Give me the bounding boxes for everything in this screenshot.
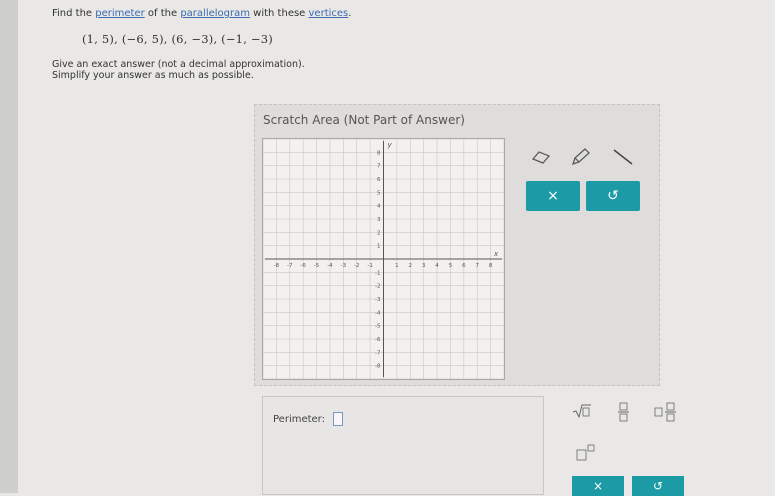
y-tick-labels: 8 7 6 5 4 3 2 1 -1 -2 -3 -4 -5 -6 -7 -8 <box>375 150 381 369</box>
left-edge-band <box>0 0 18 493</box>
graph-grid-svg[interactable]: -8 -7 -6 -5 -4 -3 -2 -1 1 2 3 4 5 6 7 8 8 7 6 5 4 3 2 1 -1 -2 -3 -… <box>263 139 504 379</box>
undo-graph-button[interactable]: ↺ <box>586 181 640 211</box>
coordinate-graph[interactable]: -8 -7 -6 -5 -4 -3 -2 -1 1 2 3 4 5 6 7 8 8 7 6 5 4 3 2 1 -1 -2 -3 -… <box>262 138 505 380</box>
scratch-area-title: Scratch Area (Not Part of Answer) <box>263 113 465 127</box>
y-tick-label: -4 <box>375 310 381 316</box>
exponent-button[interactable] <box>576 444 596 462</box>
x-tick-label: 2 <box>409 263 413 269</box>
perimeter-input[interactable] <box>333 412 343 426</box>
x-tick-label: 8 <box>489 263 493 269</box>
y-tick-label: -1 <box>375 270 380 276</box>
instruction-line-2: Simplify your answer as much as possible… <box>52 70 254 81</box>
y-tick-label: -5 <box>375 324 381 330</box>
x-tick-label: -5 <box>314 263 320 269</box>
vertices-link[interactable]: vertices <box>309 8 349 19</box>
x-axis-label: x <box>493 250 499 258</box>
answer-box: Perimeter: <box>262 396 544 495</box>
clear-graph-button[interactable]: × <box>526 181 580 211</box>
square-root-icon <box>572 404 591 419</box>
y-tick-label: 8 <box>377 150 381 156</box>
question-middle2: with these <box>249 8 309 19</box>
question-text: Find the perimeter of the parallelogram … <box>52 8 351 20</box>
sqrt-button[interactable] <box>572 403 592 419</box>
x-tick-label: 1 <box>395 263 399 269</box>
y-tick-label: -2 <box>375 284 380 290</box>
x-tick-label: -7 <box>287 263 293 269</box>
y-axis-label: y <box>387 141 393 149</box>
x-tick-label: -2 <box>354 263 359 269</box>
perimeter-label: Perimeter: <box>273 414 325 425</box>
y-tick-label: -3 <box>375 297 381 303</box>
instructions: Give an exact answer (not a decimal appr… <box>52 59 305 81</box>
axes <box>265 141 502 377</box>
exponent-icon <box>576 444 595 461</box>
question-suffix: . <box>348 8 352 19</box>
instruction-line-1: Give an exact answer (not a decimal appr… <box>52 59 305 70</box>
vertices-list: (1, 5), (−6, 5), (6, −3), (−1, −3) <box>82 32 273 46</box>
y-tick-label: 4 <box>377 204 381 210</box>
question-middle: of the <box>144 8 181 19</box>
y-tick-label: 1 <box>377 244 381 250</box>
eraser-icon <box>531 151 551 164</box>
y-tick-label: -8 <box>375 364 381 370</box>
y-tick-label: 2 <box>377 230 381 236</box>
y-tick-label: 3 <box>377 217 381 223</box>
undo-answer-button[interactable]: ↺ <box>632 476 684 496</box>
scratch-area: Scratch Area (Not Part of Answer) -8 -7 -6… <box>254 104 660 386</box>
line-tool[interactable] <box>605 145 641 169</box>
x-tick-label: 6 <box>462 263 466 269</box>
mixed-number-button[interactable] <box>654 402 678 422</box>
pencil-icon <box>572 148 590 165</box>
y-tick-label: 6 <box>377 177 381 183</box>
x-tick-label: -6 <box>300 263 306 269</box>
y-tick-label: 7 <box>377 164 381 170</box>
x-tick-label: 3 <box>422 263 426 269</box>
perimeter-link[interactable]: perimeter <box>95 8 144 19</box>
x-tick-label: -8 <box>274 263 280 269</box>
x-tick-label: 5 <box>449 263 453 269</box>
pencil-tool[interactable] <box>563 145 599 169</box>
y-tick-label: -6 <box>375 337 381 343</box>
mixed-number-icon <box>654 402 676 422</box>
y-tick-label: -7 <box>375 350 381 356</box>
x-tick-label: -3 <box>341 263 347 269</box>
y-tick-label: 5 <box>377 190 381 196</box>
question-prefix: Find the <box>52 8 96 19</box>
fraction-button[interactable] <box>618 402 630 422</box>
x-tick-label: -4 <box>327 263 333 269</box>
eraser-tool[interactable] <box>523 145 559 169</box>
x-tick-label: -1 <box>367 263 372 269</box>
fraction-icon <box>618 402 629 422</box>
parallelogram-link[interactable]: parallelogram <box>180 8 250 19</box>
x-tick-label: 4 <box>435 263 439 269</box>
x-tick-label: 7 <box>475 263 479 269</box>
line-segment-icon <box>613 149 633 165</box>
clear-answer-button[interactable]: × <box>572 476 624 496</box>
